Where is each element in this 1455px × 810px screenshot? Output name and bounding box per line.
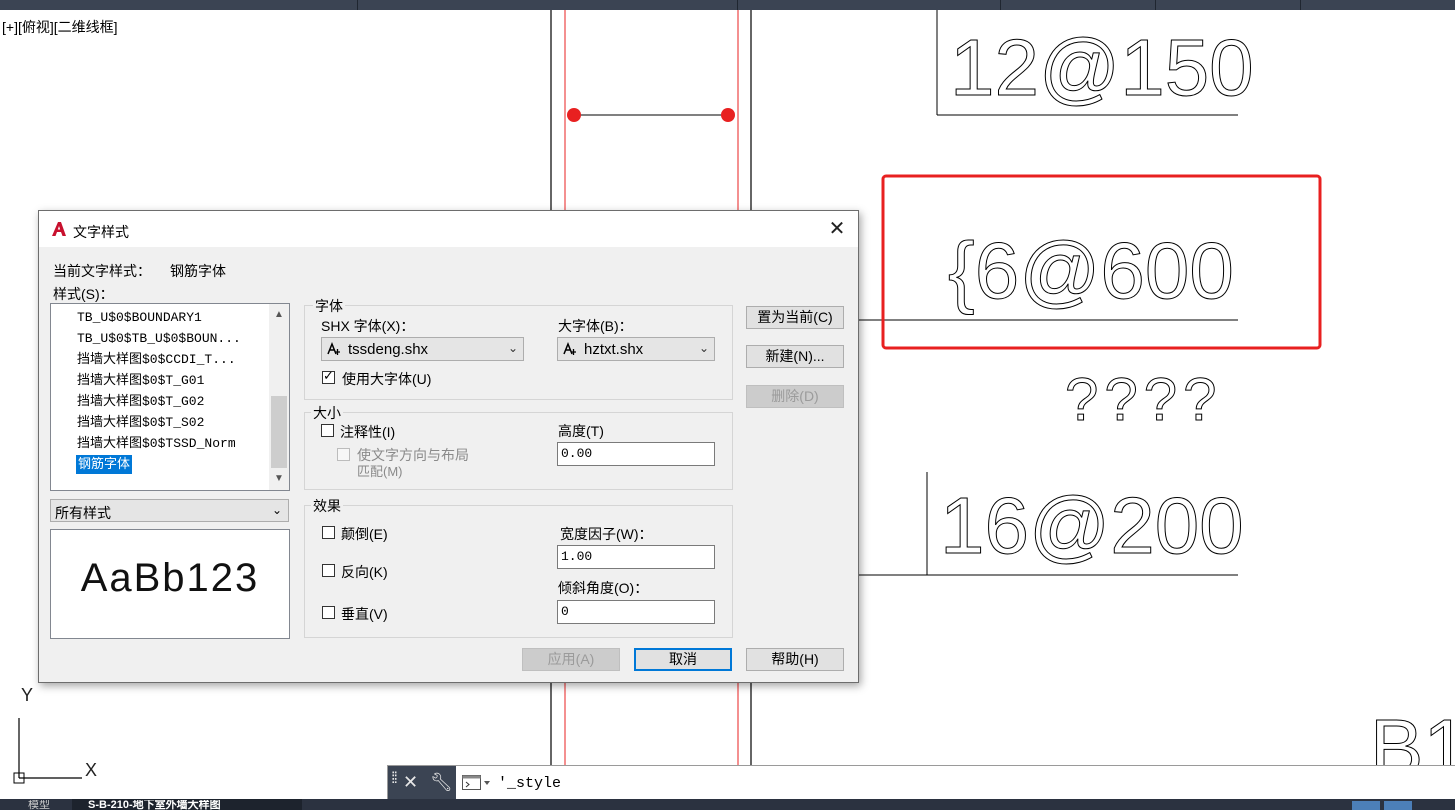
vertical-label: 垂直(V) [341, 606, 388, 622]
vertical-checkbox[interactable] [322, 606, 335, 619]
annotative-checkbox[interactable] [321, 424, 334, 437]
match-layout-checkbox[interactable] [337, 448, 350, 461]
shx-font-icon [327, 341, 340, 355]
rebar-text-12-150[interactable]: 12@150 [950, 23, 1255, 113]
chevron-down-icon: ⌄ [271, 503, 282, 517]
shx-font-value: tssdeng.shx [348, 341, 429, 358]
text-style-dialog: 文字样式 ✕ 当前文字样式： 钢筋字体 样式(S)： TB_U$0$BOUNDA… [38, 210, 859, 683]
list-item[interactable]: TB_U$0$BOUNDARY1 [77, 308, 202, 327]
command-line-tools: ⁞⁞ ✕ 🔧︎ [388, 766, 456, 800]
list-item-selected[interactable]: 钢筋字体 [76, 455, 133, 474]
delete-style-button[interactable]: 删除(D) [746, 385, 844, 408]
ucs-x-label: X [85, 760, 98, 780]
bigfont-icon [563, 341, 576, 355]
rebar-text-16-200[interactable]: 16@200 [940, 481, 1245, 571]
wrench-icon[interactable]: 🔧︎ [430, 772, 453, 793]
list-item[interactable]: 挡墙大样图$0$T_G01 [77, 371, 204, 390]
styles-scrollbar[interactable]: ▲ ▼ [269, 304, 289, 490]
shx-font-label: SHX 字体(X)： [321, 318, 415, 334]
ribbon-separator [357, 0, 358, 10]
effects-group-title: 效果 [311, 496, 343, 516]
oblique-angle-label: 倾斜角度(O)： [558, 580, 649, 596]
autocad-logo-icon [52, 222, 66, 236]
model-tab[interactable]: 模型 [28, 800, 50, 810]
dialog-titlebar[interactable]: 文字样式 ✕ [39, 211, 858, 247]
chevron-down-icon: ⌄ [698, 341, 709, 355]
style-preview: AaBb123 [50, 529, 290, 639]
new-style-button[interactable]: 新建(N)... [746, 345, 844, 368]
backwards-checkbox[interactable] [322, 564, 335, 577]
use-bigfont-checkbox[interactable] [322, 368, 335, 384]
ribbon-separator [1155, 0, 1156, 10]
ucs-icon [13, 718, 82, 784]
help-button[interactable]: 帮助(H) [746, 648, 844, 671]
bigfont-value: hztxt.shx [584, 341, 644, 358]
preview-text: AaBb123 [80, 556, 260, 600]
command-input[interactable]: '_style [498, 775, 561, 792]
current-style-value: 钢筋字体 [170, 263, 226, 279]
width-factor-input[interactable]: 1.00 [557, 545, 715, 569]
rebar-text-6-600[interactable]: {6@600 [948, 226, 1235, 316]
ribbon-separator [1000, 0, 1001, 10]
status-toggle-icon[interactable] [1352, 801, 1380, 810]
status-toggle-icon[interactable] [1384, 801, 1412, 810]
list-item[interactable]: 挡墙大样图$0$T_S02 [77, 413, 204, 432]
apply-button[interactable]: 应用(A) [522, 648, 620, 671]
dialog-title: 文字样式 [73, 224, 129, 240]
height-input[interactable]: 0.00 [557, 442, 715, 466]
size-group-title: 大小 [311, 403, 343, 423]
command-line[interactable]: ⁞⁞ ✕ 🔧︎ '_style [387, 765, 1455, 801]
upside-down-label: 颠倒(E) [341, 526, 388, 542]
oblique-angle-input[interactable]: 0 [557, 600, 715, 624]
ribbon-separator [737, 0, 738, 10]
ucs-y-label: Y [21, 685, 34, 705]
close-icon[interactable]: ✕ [403, 772, 418, 793]
list-item[interactable]: 挡墙大样图$0$TSSD_Norm [77, 434, 236, 453]
dimension-line[interactable] [567, 108, 735, 122]
close-button[interactable]: ✕ [824, 217, 850, 241]
height-label: 高度(T) [558, 423, 604, 439]
ribbon-panel-strip [0, 0, 1455, 10]
bigfont-dropdown[interactable]: hztxt.shx ⌄ [557, 337, 715, 361]
styles-label: 样式(S)： [53, 286, 114, 302]
list-item[interactable]: TB_U$0$TB_U$0$BOUN... [77, 329, 241, 348]
use-bigfont-label: 使用大字体(U) [342, 371, 432, 387]
shx-font-dropdown[interactable]: tssdeng.shx ⌄ [321, 337, 524, 361]
layout-tab-label[interactable]: S-B-210-地下室外墙大样图 [88, 800, 221, 810]
style-filter-value: 所有样式 [55, 505, 111, 521]
list-item[interactable]: 挡墙大样图$0$T_G02 [77, 392, 204, 411]
bigfont-label: 大字体(B)： [558, 318, 633, 334]
annotative-label: 注释性(I) [340, 424, 396, 440]
style-filter-dropdown[interactable]: 所有样式 ⌄ [50, 499, 289, 522]
cancel-button[interactable]: 取消 [634, 648, 732, 671]
command-prompt-icon[interactable] [462, 775, 492, 791]
chevron-down-icon: ⌄ [507, 341, 518, 355]
scroll-down-icon[interactable]: ▼ [269, 470, 289, 488]
set-current-button[interactable]: 置为当前(C) [746, 306, 844, 329]
backwards-label: 反向(K) [341, 564, 388, 580]
scroll-up-icon[interactable]: ▲ [269, 306, 289, 324]
scroll-thumb[interactable] [271, 396, 287, 468]
current-style-label: 当前文字样式： [53, 263, 151, 279]
upside-down-checkbox[interactable] [322, 526, 335, 539]
unknown-glyph-text[interactable]: ???? [1065, 366, 1222, 434]
styles-list[interactable]: TB_U$0$BOUNDARY1 TB_U$0$TB_U$0$BOUN... 挡… [50, 303, 290, 491]
list-item[interactable]: 挡墙大样图$0$CCDI_T... [77, 350, 236, 369]
width-factor-label: 宽度因子(W)： [560, 526, 653, 542]
ribbon-separator [1300, 0, 1301, 10]
drag-handle-icon[interactable]: ⁞⁞ [391, 770, 398, 788]
font-group-title: 字体 [313, 296, 345, 316]
match-layout-label-line2: 匹配(M) [357, 464, 403, 479]
